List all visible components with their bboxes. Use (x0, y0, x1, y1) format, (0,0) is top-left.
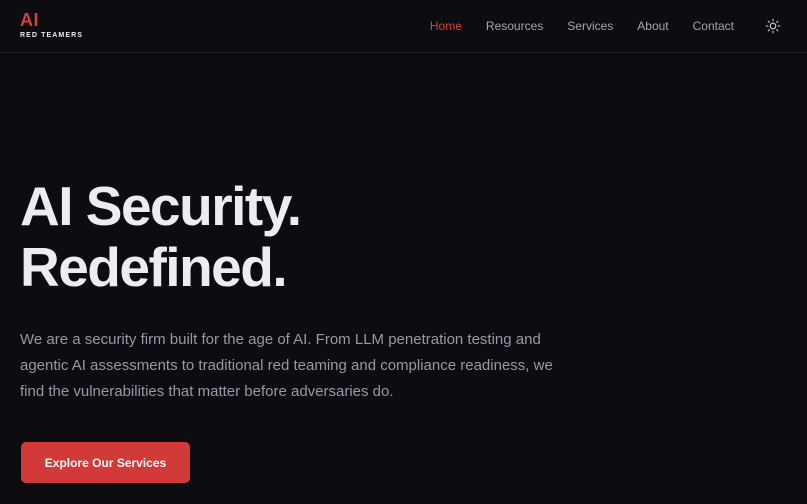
hero-title-line-1: AI Security. (20, 175, 302, 237)
nav-link-about[interactable]: About (637, 19, 668, 33)
sun-icon (765, 18, 781, 34)
logo-mark: AI (20, 10, 39, 30)
explore-services-button[interactable]: Explore Our Services (21, 442, 190, 483)
hero-title-line-2: Redefined. (20, 236, 288, 298)
theme-toggle-button[interactable] (764, 17, 782, 35)
logo[interactable]: AI RED TEAMERS (20, 11, 83, 39)
hero-title: AI Security. Redefined. (20, 175, 302, 298)
nav-links: Home Resources Services About Contact (430, 0, 807, 52)
nav-link-services[interactable]: Services (567, 19, 613, 33)
logo-name: RED TEAMERS (20, 32, 84, 39)
nav-link-contact[interactable]: Contact (693, 19, 734, 33)
hero-description: We are a security firm built for the age… (20, 331, 553, 400)
nav-link-home[interactable]: Home (430, 19, 462, 33)
nav-link-resources[interactable]: Resources (486, 19, 543, 33)
page: AI RED TEAMERS Home Resources Services A… (0, 0, 807, 504)
navbar: AI RED TEAMERS Home Resources Services A… (0, 0, 807, 53)
